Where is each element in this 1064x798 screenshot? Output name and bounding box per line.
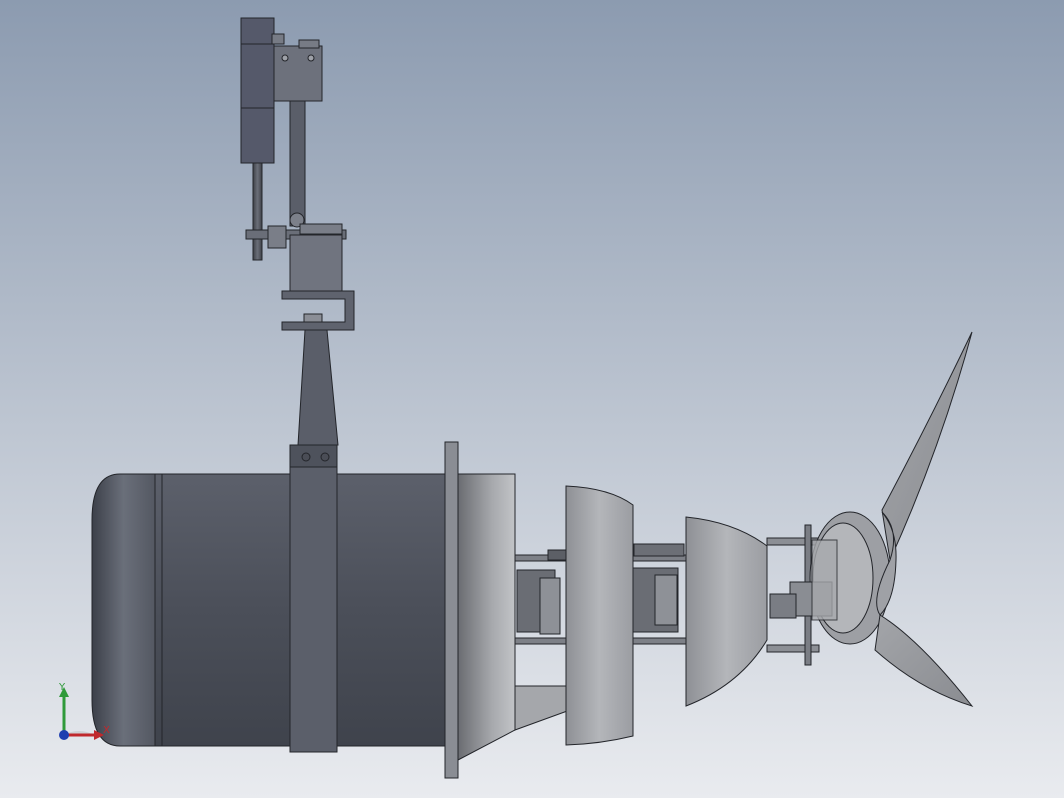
vertical-arm[interactable] (289, 100, 306, 227)
top-clamp-block[interactable] (240, 17, 275, 164)
graphics-viewport[interactable]: Y X (0, 0, 1064, 798)
motor-strap[interactable] (289, 466, 338, 753)
bolt-icon (281, 54, 289, 62)
fin-blade-1[interactable] (565, 485, 634, 746)
top-clamp-plate[interactable] (273, 45, 323, 102)
gearbox-cone[interactable] (457, 473, 516, 761)
guide-rod[interactable] (252, 162, 263, 261)
motor-flange[interactable] (444, 441, 459, 779)
lift-column[interactable] (289, 234, 343, 294)
bolt-icon (320, 452, 330, 462)
motor-body[interactable] (91, 441, 459, 779)
axis-y-label: Y (58, 682, 66, 693)
motor-lug[interactable] (289, 444, 338, 468)
model-canvas[interactable]: Y X (0, 0, 1064, 798)
bolt-icon (307, 54, 315, 62)
motor-end-cap[interactable] (91, 473, 156, 747)
bolt-icon (301, 452, 311, 462)
axis-x-label: X (103, 725, 110, 736)
